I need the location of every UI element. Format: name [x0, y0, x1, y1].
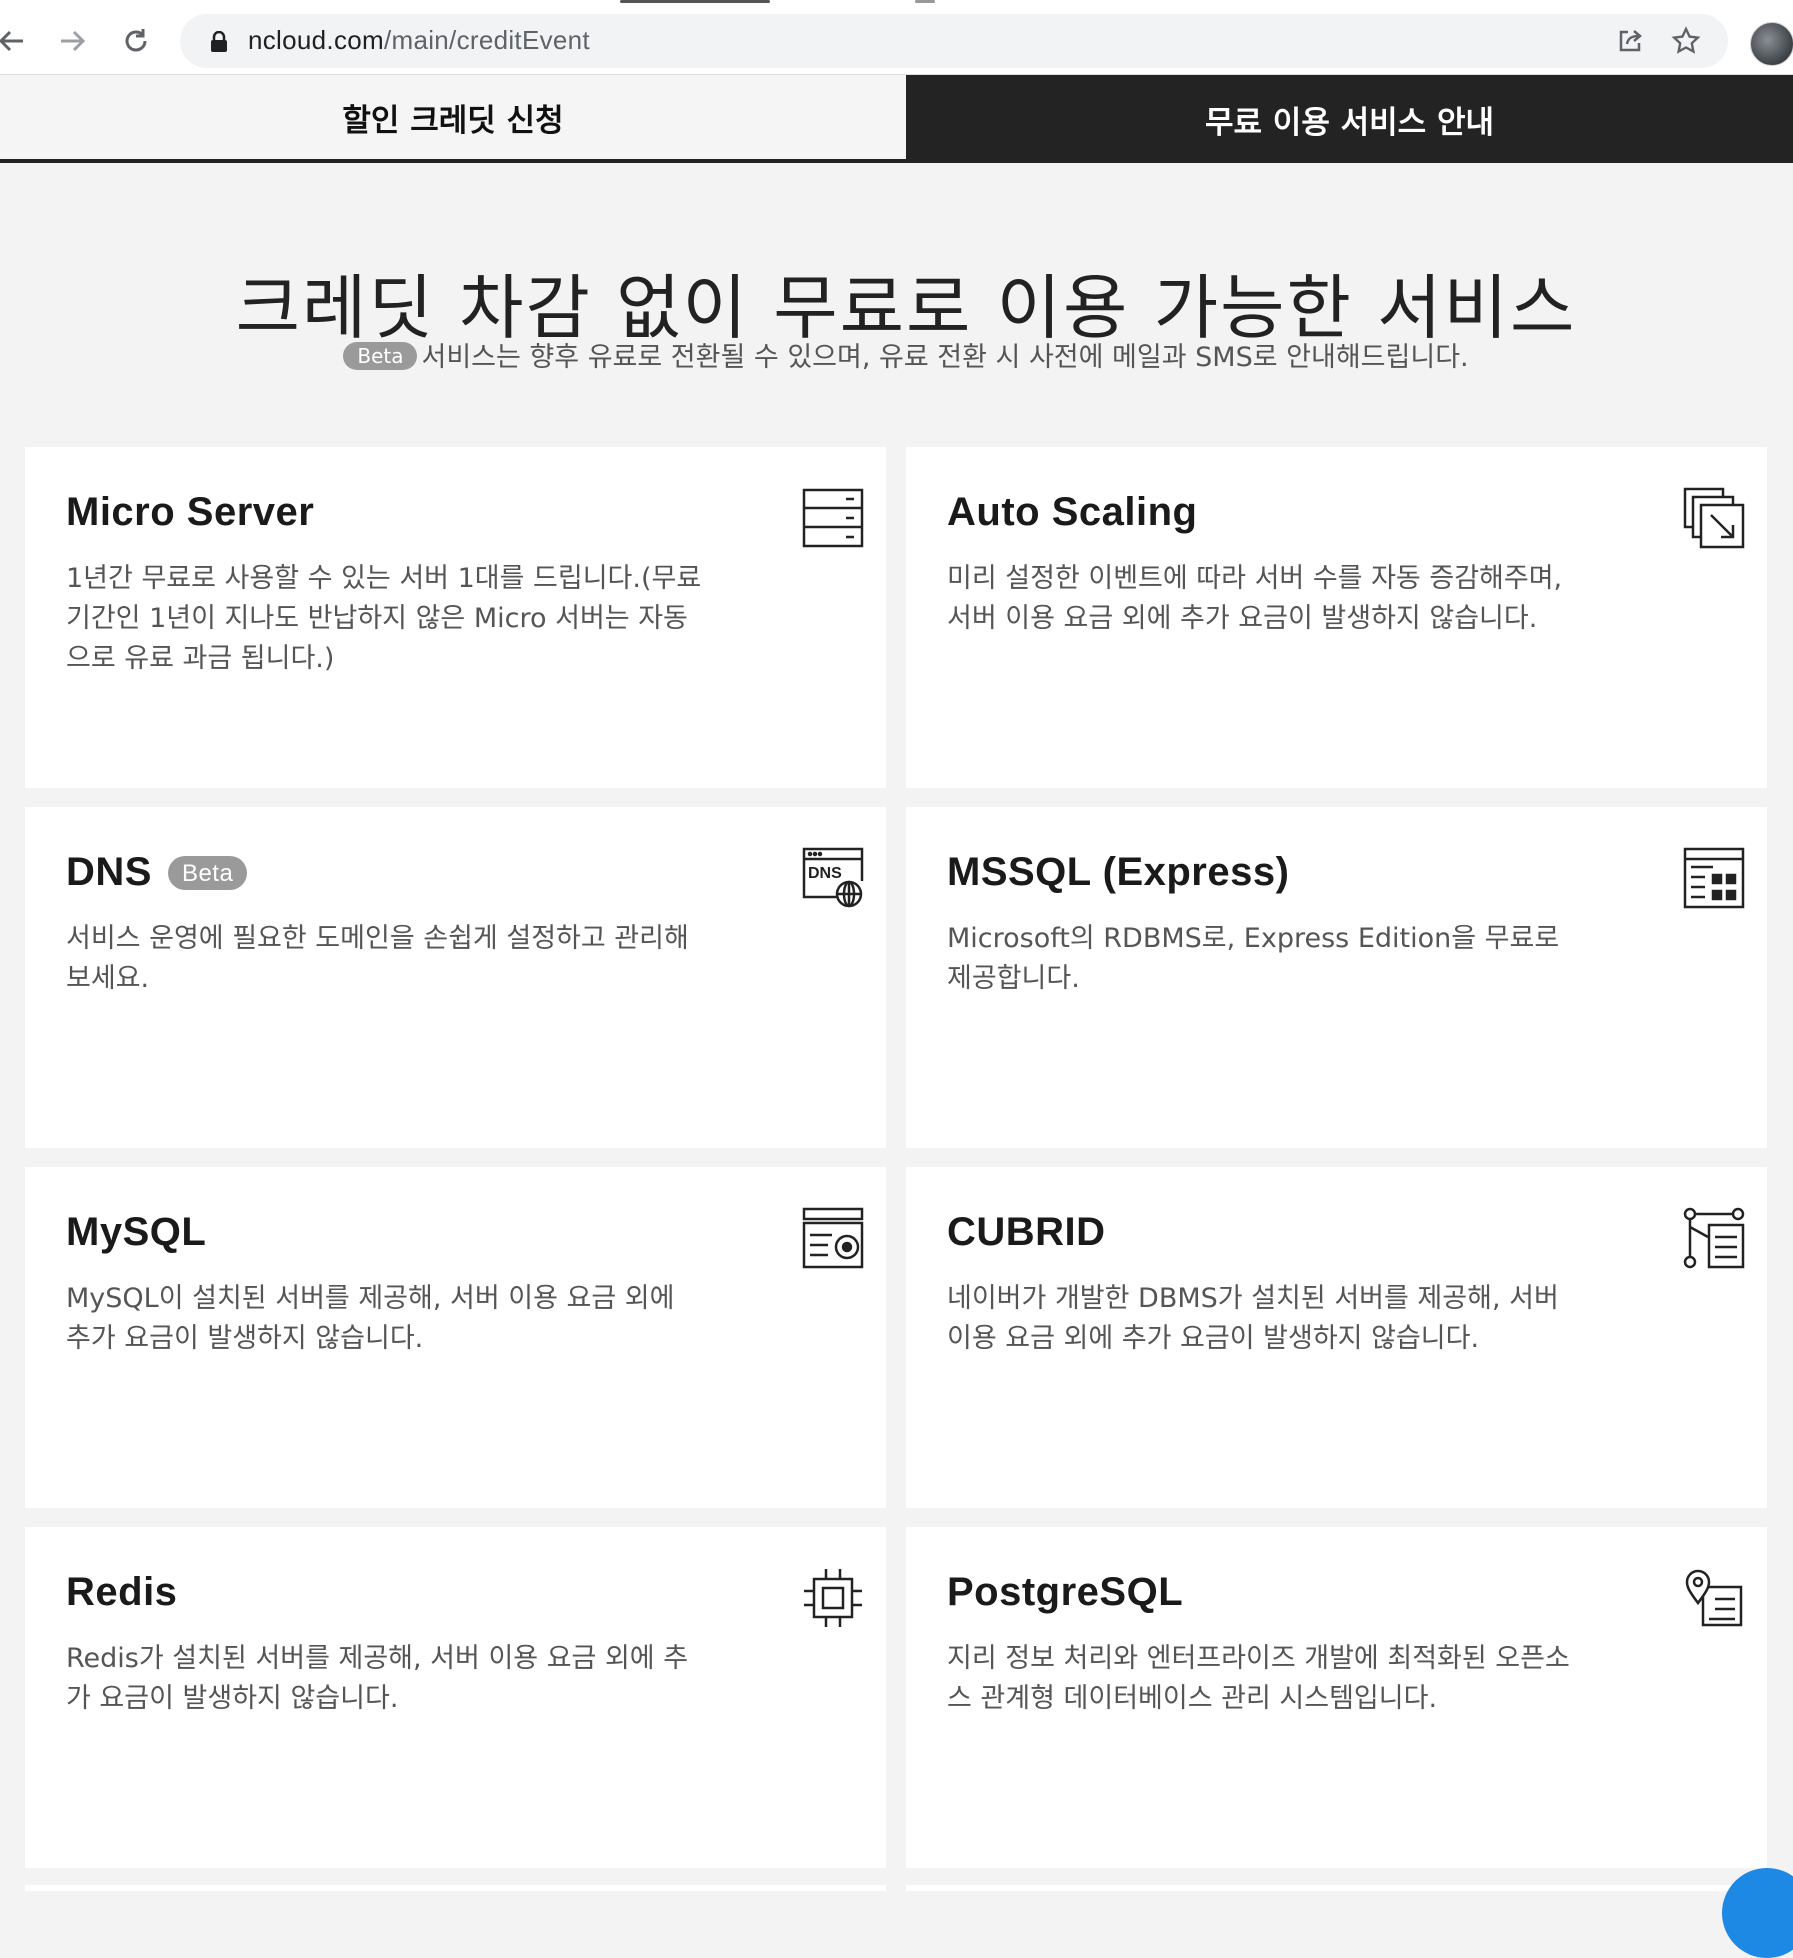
- card-description: 네이버가 개발한 DBMS가 설치된 서버를 제공해, 서버 이용 요금 외에 …: [947, 1283, 1559, 1354]
- next-card-edge: [906, 1885, 1767, 1891]
- card-title: MSSQL (Express): [947, 850, 1290, 894]
- autoscaling-icon: [1683, 487, 1745, 549]
- beta-notice-text: 서비스는 향후 유료로 전환될 수 있으며, 유료 전환 시 사전에 메일과 S…: [421, 342, 1469, 373]
- svg-text:DNS: DNS: [808, 865, 842, 882]
- beta-badge: Beta: [167, 856, 248, 890]
- browser-tab-strip: [0, 0, 1793, 8]
- card-description: 미리 설정한 이벤트에 따라 서버 수를 자동 증감해주며, 서버 이용 요금 …: [947, 563, 1563, 634]
- tab-discount-credit[interactable]: 할인 크레딧 신청: [0, 75, 906, 163]
- server-icon: [802, 487, 864, 549]
- chip-icon: [802, 1567, 864, 1629]
- mysql-icon: [802, 1207, 864, 1269]
- service-card-redis[interactable]: Redis Redis가 설치된 서버를 제공해, 서버 이용 요금 외에 추가…: [25, 1527, 886, 1868]
- lock-icon: [210, 30, 228, 57]
- back-arrow-icon[interactable]: [0, 19, 34, 63]
- share-icon[interactable]: [1614, 25, 1646, 57]
- beta-badge: Beta: [343, 342, 418, 370]
- card-description: 서비스 운영에 필요한 도메인을 손쉽게 설정하고 관리해보세요.: [66, 923, 689, 994]
- service-card-micro-server[interactable]: Micro Server 1년간 무료로 사용할 수 있는 서버 1대를 드립니…: [25, 447, 886, 788]
- service-card-mssql[interactable]: MSSQL (Express) Microsoft의 RDBMS로, Expre…: [906, 807, 1767, 1148]
- card-title: Auto Scaling: [947, 490, 1198, 534]
- reload-icon[interactable]: [114, 19, 158, 63]
- tab-free-services[interactable]: 무료 이용 서비스 안내: [906, 75, 1793, 163]
- card-title: Micro Server: [66, 490, 315, 534]
- service-card-auto-scaling[interactable]: Auto Scaling 미리 설정한 이벤트에 따라 서버 수를 자동 증감해…: [906, 447, 1767, 788]
- url-text: ncloud.com/main/creditEvent: [248, 25, 590, 56]
- postgresql-icon: [1683, 1567, 1745, 1629]
- card-description: 1년간 무료로 사용할 수 있는 서버 1대를 드립니다.(무료 기간인 1년이…: [66, 563, 702, 674]
- page-tabs: 할인 크레딧 신청 무료 이용 서비스 안내: [0, 75, 1793, 163]
- active-tab-indicator: [620, 0, 770, 3]
- card-description: 지리 정보 처리와 엔터프라이즈 개발에 최적화된 오픈소스 관계형 데이터베이…: [947, 1643, 1570, 1714]
- forward-arrow-icon[interactable]: [50, 19, 94, 63]
- card-title: Redis: [66, 1570, 178, 1614]
- tab-indicator: [915, 0, 935, 3]
- dns-icon: DNS: [802, 847, 864, 909]
- service-card-dns[interactable]: DNS Beta 서비스 운영에 필요한 도메인을 손쉽게 설정하고 관리해보세요…: [25, 807, 886, 1148]
- bookmark-star-icon[interactable]: [1670, 25, 1702, 57]
- service-card-cubrid[interactable]: CUBRID 네이버가 개발한 DBMS가 설치된 서버를 제공해, 서버 이용…: [906, 1167, 1767, 1508]
- card-title: PostgreSQL: [947, 1570, 1184, 1614]
- card-description: Redis가 설치된 서버를 제공해, 서버 이용 요금 외에 추가 요금이 발…: [66, 1643, 689, 1714]
- next-card-edge: [25, 1885, 886, 1891]
- card-description: Microsoft의 RDBMS로, Express Edition을 무료로 …: [947, 923, 1560, 994]
- mssql-icon: [1683, 847, 1745, 909]
- card-title: CUBRID: [947, 1210, 1106, 1254]
- card-description: MySQL이 설치된 서버를 제공해, 서버 이용 요금 외에 추가 요금이 발…: [66, 1283, 675, 1354]
- service-card-postgresql[interactable]: PostgreSQL 지리 정보 처리와 엔터프라이즈 개발에 최적화된 오픈소…: [906, 1527, 1767, 1868]
- card-title: DNS Beta: [66, 850, 248, 895]
- beta-notice: Beta 서비스는 향후 유료로 전환될 수 있으며, 유료 전환 시 사전에 메…: [0, 335, 1793, 374]
- profile-avatar[interactable]: [1750, 22, 1793, 66]
- card-title-text: DNS: [66, 850, 152, 894]
- service-card-mysql[interactable]: MySQL MySQL이 설치된 서버를 제공해, 서버 이용 요금 외에 추가…: [25, 1167, 886, 1508]
- url-domain: ncloud.com: [248, 25, 384, 55]
- chat-button[interactable]: [1722, 1868, 1793, 1958]
- url-path: /main/creditEvent: [383, 25, 590, 55]
- browser-toolbar: ncloud.com/main/creditEvent: [0, 8, 1793, 75]
- cubrid-icon: [1683, 1207, 1745, 1269]
- address-bar[interactable]: ncloud.com/main/creditEvent: [180, 14, 1728, 68]
- card-title: MySQL: [66, 1210, 207, 1254]
